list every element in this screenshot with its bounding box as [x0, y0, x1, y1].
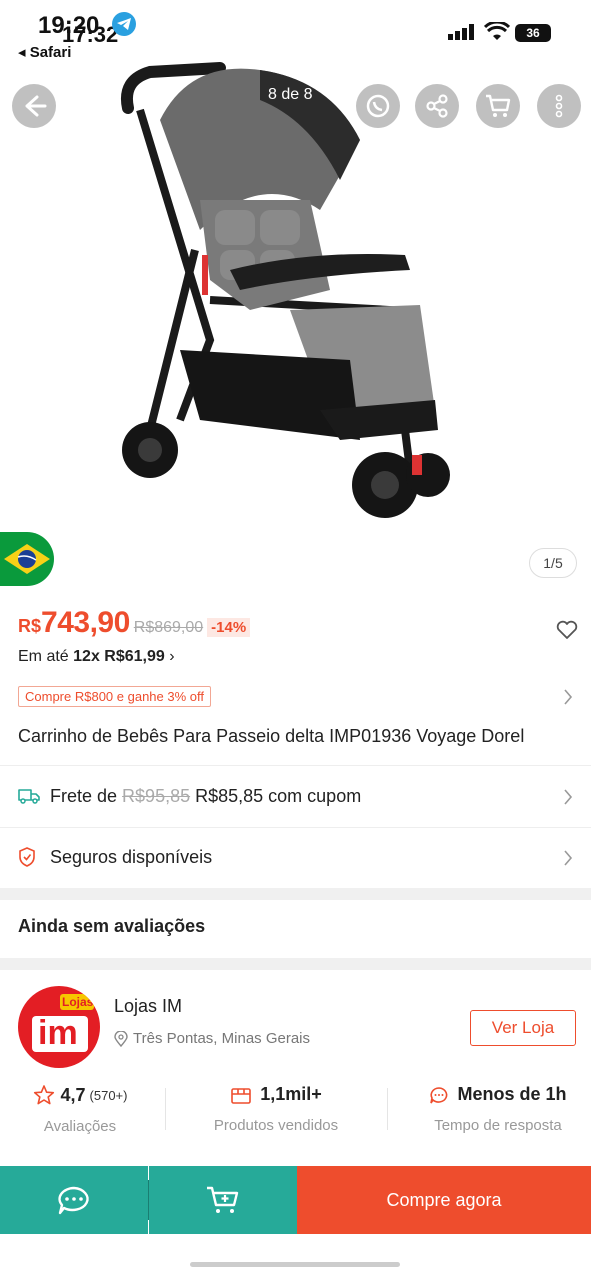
stat-rating: 4,7 (570+) Avaliações	[10, 1084, 150, 1135]
current-price: 743,90	[41, 606, 130, 639]
favorite-heart-icon[interactable]	[556, 620, 578, 640]
reviews-title: Ainda sem avaliações	[18, 916, 206, 936]
more-vertical-icon	[555, 94, 563, 118]
visit-shop-button[interactable]: Ver Loja	[470, 1010, 576, 1046]
add-to-cart-button[interactable]	[149, 1166, 297, 1234]
brazil-flag-icon[interactable]	[0, 532, 54, 586]
stat-products-sold: 1,1mil+ Produtos vendidos	[213, 1084, 339, 1134]
buy-now-button[interactable]: Compre agora	[297, 1166, 591, 1234]
product-title: Carrinho de Bebês Para Passeio delta IMP…	[18, 726, 525, 746]
currency-symbol: R$	[18, 616, 42, 636]
back-to-safari-link[interactable]: ◂ Safari	[18, 43, 71, 61]
stat-separator	[387, 1088, 388, 1130]
image-counter: 8 de 8	[268, 86, 313, 103]
divider	[0, 765, 591, 766]
chat-icon	[58, 1186, 89, 1215]
chevron-right-icon[interactable]	[563, 849, 573, 867]
shop-location: Três Pontas, Minas Gerais	[114, 1030, 310, 1047]
more-options-button[interactable]	[537, 84, 581, 128]
cart-icon	[486, 94, 511, 117]
truck-icon	[18, 789, 40, 804]
share-icon	[426, 94, 448, 118]
insurance-label: Seguros disponíveis	[50, 846, 213, 867]
product-image-gallery[interactable]	[0, 60, 591, 590]
chat-button[interactable]	[0, 1166, 148, 1234]
price-row: R$743,90 R$869,00 -14%	[18, 606, 578, 646]
package-icon	[231, 1087, 252, 1104]
stat-separator	[165, 1088, 166, 1130]
status-bar: 19:20 17:32 ◂ Safari 36	[0, 0, 591, 61]
stroller-product-image	[121, 62, 450, 518]
share-button[interactable]	[415, 84, 459, 128]
back-arrow-icon	[25, 95, 47, 117]
cellular-signal-icon	[448, 24, 474, 40]
wifi-icon	[484, 22, 510, 40]
telegram-icon	[112, 12, 136, 36]
promo-badge[interactable]: Compre R$800 e ganhe 3% off	[18, 686, 211, 707]
installment-info[interactable]: Em até 12x R$61,99 ›	[18, 648, 175, 666]
divider	[0, 827, 591, 828]
image-page-indicator: 1/5	[529, 548, 577, 578]
section-divider	[0, 888, 591, 900]
insurance-row[interactable]: Seguros disponíveis	[18, 842, 573, 872]
whatsapp-share-button[interactable]	[356, 84, 400, 128]
add-to-cart-icon	[207, 1186, 239, 1213]
original-price: R$869,00	[133, 619, 204, 636]
cart-button[interactable]	[476, 84, 520, 128]
battery-indicator: 36	[515, 24, 551, 42]
location-pin-icon	[114, 1030, 128, 1047]
shield-icon	[19, 847, 35, 867]
section-divider	[0, 958, 591, 970]
discount-badge: -14%	[207, 618, 251, 637]
shop-logo[interactable]: Lojas im	[18, 986, 100, 1068]
chat-bubble-icon	[430, 1086, 448, 1103]
shop-logo-text-main: im	[38, 1014, 78, 1052]
bottom-action-bar: Compre agora	[0, 1166, 591, 1234]
shipping-prefix: Frete de	[50, 785, 118, 806]
shipping-old-price: R$95,85	[122, 785, 191, 806]
shipping-current-price: R$85,85 com cupom	[195, 785, 362, 806]
stat-response-time: Menos de 1h Tempo de resposta	[410, 1084, 586, 1134]
back-button[interactable]	[12, 84, 56, 128]
chevron-right-icon[interactable]	[563, 788, 573, 806]
star-icon	[33, 1085, 54, 1105]
installment-amount: 12x R$61,99	[73, 648, 165, 665]
shop-logo-text-top: Lojas	[62, 995, 94, 1009]
shipping-row[interactable]: Frete de R$95,85 R$85,85 com cupom	[18, 781, 573, 811]
home-indicator	[190, 1262, 400, 1267]
whatsapp-icon	[366, 94, 390, 118]
chevron-right-icon[interactable]	[563, 688, 573, 706]
shop-name[interactable]: Lojas IM	[114, 996, 182, 1017]
